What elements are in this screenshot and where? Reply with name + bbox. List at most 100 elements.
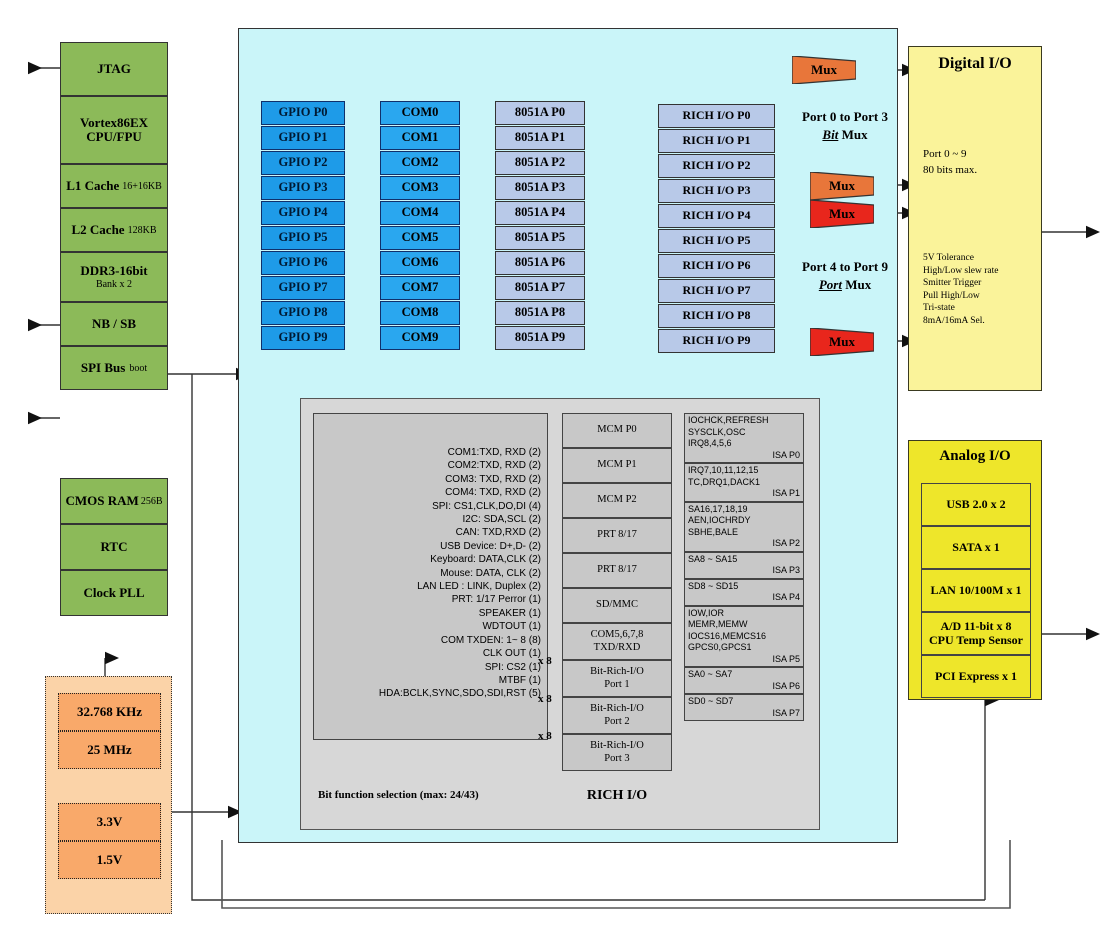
analog-io-item-2[interactable]: LAN 10/100M x 1 xyxy=(921,569,1031,612)
gpio-port-9[interactable]: GPIO P9 xyxy=(261,326,345,350)
gpio-port-3[interactable]: GPIO P3 xyxy=(261,176,345,200)
mcu-port-6[interactable]: 8051A P6 xyxy=(495,251,585,275)
misc-stack-item-clock-pll[interactable]: Clock PLL xyxy=(60,570,168,616)
item-label: RICH I/O P0 xyxy=(682,108,751,123)
rich-io-port-6[interactable]: RICH I/O P6 xyxy=(658,254,775,278)
rich-io-function-16: SPI: CS2 (1) xyxy=(484,661,541,673)
rich-io-mid-block-9[interactable]: Bit-Rich-I/O Port 3 xyxy=(562,734,672,771)
cpu-stack-item-spibus[interactable]: SPI Bus boot xyxy=(60,346,168,390)
rich-io-mid-blocks: MCM P0 MCM P1 MCM P2 PRT 8/17 PRT 8/17 SD/MMC… xyxy=(562,413,672,771)
analog-io-item-3[interactable]: A/D 11-bit x 8 CPU Temp Sensor xyxy=(921,612,1031,655)
power-item-1v5[interactable]: 1.5V xyxy=(58,841,161,879)
rich-io-port-4[interactable]: RICH I/O P4 xyxy=(658,204,775,228)
item-label: GPIO P8 xyxy=(278,305,328,320)
rich-io-mid-block-6[interactable]: COM5,6,7,8 TXD/RXD xyxy=(562,623,672,660)
com-port-4[interactable]: COM4 xyxy=(380,201,460,225)
isa-block-0[interactable]: IOCHCK,REFRESH SYSCLK,OSC IRQ8,4,5,6 ISA P0 xyxy=(684,413,804,463)
gpio-port-1[interactable]: GPIO P1 xyxy=(261,126,345,150)
mcu-port-8[interactable]: 8051A P8 xyxy=(495,301,585,325)
gpio-port-2[interactable]: GPIO P2 xyxy=(261,151,345,175)
analog-io-item-1[interactable]: SATA x 1 xyxy=(921,526,1031,569)
rich-io-mid-block-4[interactable]: PRT 8/17 xyxy=(562,553,672,588)
com-port-3[interactable]: COM3 xyxy=(380,176,460,200)
rich-io-port-5[interactable]: RICH I/O P5 xyxy=(658,229,775,253)
item-label: DDR3-16bit xyxy=(80,263,148,279)
isa-block-7[interactable]: SD0 ~ SD7 ISA P7 xyxy=(684,694,804,721)
isa-line-1: AEN,IOCHRDY xyxy=(688,515,751,525)
rich-io-mid-block-0[interactable]: MCM P0 xyxy=(562,413,672,448)
analog-io-item-4[interactable]: PCI Express x 1 xyxy=(921,655,1031,698)
mux-p4[interactable]: Mux xyxy=(809,199,875,229)
item-label: RICH I/O P6 xyxy=(682,258,751,273)
rich-io-mid-block-2[interactable]: MCM P2 xyxy=(562,483,672,518)
isa-block-5[interactable]: IOW,IOR MEMR,MEMW IOCS16,MEMCS16 GPCS0,GPCS… xyxy=(684,605,804,667)
rich-io-port-0[interactable]: RICH I/O P0 xyxy=(658,104,775,128)
com-port-5[interactable]: COM5 xyxy=(380,226,460,250)
gpio-port-5[interactable]: GPIO P5 xyxy=(261,226,345,250)
com-port-7[interactable]: COM7 xyxy=(380,276,460,300)
analog-io-item-0[interactable]: USB 2.0 x 2 xyxy=(921,483,1031,526)
mcu-column: 8051A P0 8051A P1 8051A P2 8051A P3 8051A P4… xyxy=(495,101,585,351)
mux-p3[interactable]: Mux xyxy=(809,171,875,201)
item-label: COM8 xyxy=(401,305,439,320)
rich-io-mid-block-1[interactable]: MCM P1 xyxy=(562,448,672,483)
clock-item-25mhz[interactable]: 25 MHz xyxy=(58,731,161,769)
cpu-stack-item-nbsb[interactable]: NB / SB xyxy=(60,302,168,346)
cpu-stack-item-l1[interactable]: L1 Cache 16+16KB xyxy=(60,164,168,208)
mcu-port-7[interactable]: 8051A P7 xyxy=(495,276,585,300)
rich-io-function-7: USB Device: D+,D- (2) xyxy=(440,540,541,552)
power-item-3v3[interactable]: 3.3V xyxy=(58,803,161,841)
mux-p9[interactable]: Mux xyxy=(809,327,875,357)
isa-block-1[interactable]: IRQ7,10,11,12,15 TC,DRQ1,DACK1 ISA P1 xyxy=(684,463,804,502)
misc-stack-item-rtc[interactable]: RTC xyxy=(60,524,168,570)
analog-io-block[interactable]: Analog I/O USB 2.0 x 2 SATA x 1 LAN 10/100… xyxy=(908,440,1042,700)
mcu-port-4[interactable]: 8051A P4 xyxy=(495,201,585,225)
clock-item-32768khz[interactable]: 32.768 KHz xyxy=(58,693,161,731)
item-label: COM3 xyxy=(401,180,439,195)
rich-io-panel-title: RICH I/O xyxy=(586,788,648,803)
item-label: 8051A P0 xyxy=(514,105,566,120)
rich-io-mid-block-5[interactable]: SD/MMC xyxy=(562,588,672,623)
mcu-port-1[interactable]: 8051A P1 xyxy=(495,126,585,150)
rich-io-column: RICH I/O P0 RICH I/O P1 RICH I/O P2 RICH I/… xyxy=(658,104,775,354)
cpu-stack-item-ddr3[interactable]: DDR3-16bit Bank x 2 xyxy=(60,252,168,302)
mcu-port-0[interactable]: 8051A P0 xyxy=(495,101,585,125)
com-port-2[interactable]: COM2 xyxy=(380,151,460,175)
gpio-port-7[interactable]: GPIO P7 xyxy=(261,276,345,300)
rich-io-mid-block-8[interactable]: Bit-Rich-I/O Port 2 xyxy=(562,697,672,734)
item-label: L2 Cache xyxy=(71,221,125,237)
gpio-port-8[interactable]: GPIO P8 xyxy=(261,301,345,325)
mcu-port-3[interactable]: 8051A P3 xyxy=(495,176,585,200)
com-port-9[interactable]: COM9 xyxy=(380,326,460,350)
digital-io-block[interactable]: Digital I/O Port 0 ~ 9 80 bits max. 5V T… xyxy=(908,46,1042,391)
rich-io-port-7[interactable]: RICH I/O P7 xyxy=(658,279,775,303)
com-port-0[interactable]: COM0 xyxy=(380,101,460,125)
gpio-port-4[interactable]: GPIO P4 xyxy=(261,201,345,225)
rich-io-port-2[interactable]: RICH I/O P2 xyxy=(658,154,775,178)
rich-io-mid-block-7[interactable]: Bit-Rich-I/O Port 1 xyxy=(562,660,672,697)
rich-io-port-3[interactable]: RICH I/O P3 xyxy=(658,179,775,203)
misc-stack-item-cmos-ram[interactable]: CMOS RAM 256B xyxy=(60,478,168,524)
isa-block-6[interactable]: SA0 ~ SA7 ISA P6 xyxy=(684,667,804,694)
isa-line-2: IOCS16,MEMCS16 xyxy=(688,630,767,641)
cpu-stack-item-jtag[interactable]: JTAG xyxy=(60,42,168,96)
cpu-stack-item-l2[interactable]: L2 Cache 128KB xyxy=(60,208,168,252)
gpio-port-6[interactable]: GPIO P6 xyxy=(261,251,345,275)
com-port-6[interactable]: COM6 xyxy=(380,251,460,275)
isa-block-3[interactable]: SA8 ~ SA15 ISA P3 xyxy=(684,551,804,579)
rich-io-port-1[interactable]: RICH I/O P1 xyxy=(658,129,775,153)
gpio-port-0[interactable]: GPIO P0 xyxy=(261,101,345,125)
com-port-8[interactable]: COM8 xyxy=(380,301,460,325)
mux-label: Mux xyxy=(829,178,855,193)
cpu-stack-item-cpu[interactable]: Vortex86EX CPU/FPU xyxy=(60,96,168,164)
mux-top[interactable]: Mux xyxy=(791,55,857,85)
isa-block-4[interactable]: SD8 ~ SD15 ISA P4 xyxy=(684,578,804,606)
rich-io-port-9[interactable]: RICH I/O P9 xyxy=(658,329,775,353)
rich-io-port-8[interactable]: RICH I/O P8 xyxy=(658,304,775,328)
mcu-port-2[interactable]: 8051A P2 xyxy=(495,151,585,175)
mcu-port-5[interactable]: 8051A P5 xyxy=(495,226,585,250)
isa-block-2[interactable]: SA16,17,18,19 AEN,IOCHRDY SBHE,BALE ISA P2 xyxy=(684,501,804,552)
com-port-1[interactable]: COM1 xyxy=(380,126,460,150)
rich-io-mid-block-3[interactable]: PRT 8/17 xyxy=(562,518,672,553)
mcu-port-9[interactable]: 8051A P9 xyxy=(495,326,585,350)
